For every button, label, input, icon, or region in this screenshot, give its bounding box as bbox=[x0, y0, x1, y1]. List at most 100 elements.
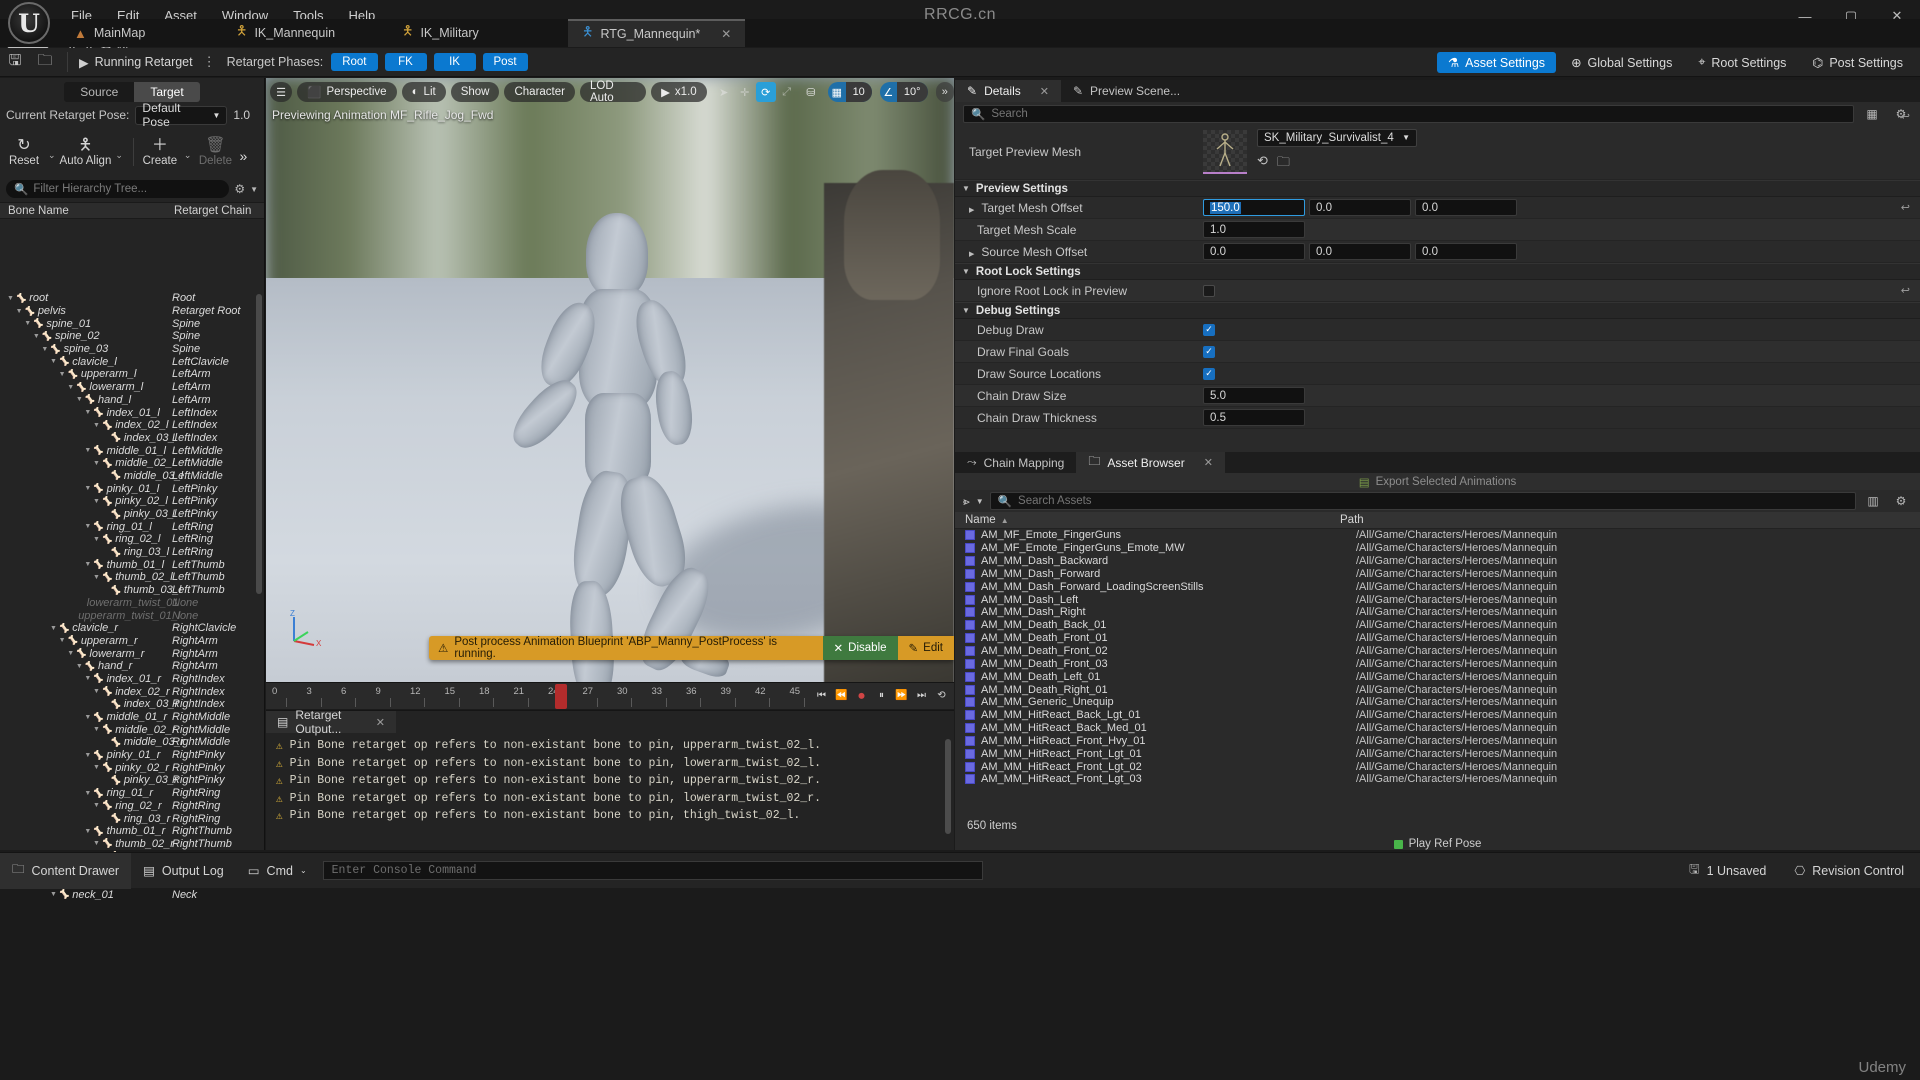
phase-fk-button[interactable]: FK bbox=[384, 53, 427, 71]
viewport-more-icon[interactable]: » bbox=[935, 82, 954, 102]
chevron-down-icon[interactable]: ▼ bbox=[58, 637, 67, 644]
asset-name-column-header[interactable]: Name ▲ bbox=[955, 514, 1340, 526]
edit-button[interactable]: ✎ Edit bbox=[897, 636, 954, 660]
bone-tree-row[interactable]: ▼ 🦴 thumb_02_r RightThumb bbox=[0, 838, 258, 851]
browse-icon[interactable]: 🗀 bbox=[1277, 153, 1290, 175]
chevron-down-icon[interactable]: ▼ bbox=[23, 320, 32, 327]
translate-icon[interactable]: ✛ bbox=[735, 82, 755, 102]
asset-row[interactable]: AM_MM_HitReact_Front_Lgt_02/All/Game/Cha… bbox=[955, 760, 1920, 773]
property-checkbox[interactable]: ✓ bbox=[1203, 345, 1215, 358]
prev-frame-icon[interactable]: ⏪ bbox=[833, 686, 850, 705]
create-pose-button[interactable]: ＋ Create bbox=[140, 137, 180, 167]
tab-details[interactable]: ✎ Details ✕ bbox=[955, 80, 1061, 102]
bone-tree-row[interactable]: ▼ 🦴 pelvis Retarget Root bbox=[0, 305, 258, 318]
asset-row[interactable]: AM_MF_Emote_FingerGuns_Emote_MW/All/Game… bbox=[955, 542, 1920, 555]
property-number-input[interactable]: 5.0 bbox=[1203, 387, 1305, 404]
expand-panel-icon[interactable]: » bbox=[235, 148, 251, 164]
chevron-down-icon[interactable]: ▼ bbox=[962, 267, 970, 276]
phase-post-button[interactable]: Post bbox=[482, 53, 528, 71]
asset-row[interactable]: AM_MM_HitReact_Back_Med_01/All/Game/Char… bbox=[955, 722, 1920, 735]
mannequin-mesh[interactable] bbox=[504, 213, 791, 682]
bone-tree-row[interactable]: ▼ 🦴 lowerarm_r RightArm bbox=[0, 647, 258, 660]
phase-ik-button[interactable]: IK bbox=[433, 53, 476, 71]
property-category-header[interactable]: ▼ Debug Settings bbox=[955, 302, 1920, 319]
property-checkbox[interactable] bbox=[1203, 284, 1215, 297]
tab-target[interactable]: Target bbox=[134, 81, 200, 102]
global-settings-button[interactable]: ⊕ Global Settings bbox=[1560, 52, 1683, 73]
asset-tab-ik-mannequin[interactable]: 🯅 IK_Mannequin bbox=[222, 19, 349, 47]
reset-pose-button[interactable]: ↻ Reset bbox=[4, 137, 44, 167]
asset-row[interactable]: AM_MM_Dash_Right/All/Game/Characters/Her… bbox=[955, 606, 1920, 619]
bone-tree-row[interactable]: ▼ 🦴 middle_01_l LeftMiddle bbox=[0, 444, 258, 457]
auto-align-caret-icon[interactable]: ⌄ bbox=[111, 150, 127, 161]
bone-tree-row[interactable]: ▼ 🦴 neck_01 Neck bbox=[0, 888, 258, 901]
play-ref-pose-button[interactable]: Play Ref Pose bbox=[955, 836, 1920, 852]
chevron-down-icon[interactable]: ▼ bbox=[92, 688, 101, 695]
asset-row[interactable]: AM_MM_Death_Front_01/All/Game/Characters… bbox=[955, 632, 1920, 645]
pause-icon[interactable]: ⏸ bbox=[873, 686, 890, 705]
property-category-header[interactable]: ▼ Preview Settings bbox=[955, 180, 1920, 197]
bone-tree-row[interactable]: ▼ 🦴 spine_01 Spine bbox=[0, 317, 258, 330]
asset-search-input[interactable]: 🔍 Search Assets bbox=[989, 492, 1856, 510]
bone-tree-row[interactable]: ▼ 🦴 ring_01_r RightRing bbox=[0, 787, 258, 800]
bone-tree-row[interactable]: ▼ 🦴 hand_r RightArm bbox=[0, 660, 258, 673]
bone-tree-row[interactable]: ▼ 🦴 ring_01_l LeftRing bbox=[0, 520, 258, 533]
asset-settings-button[interactable]: ⚗ Asset Settings bbox=[1436, 52, 1557, 73]
property-number-input[interactable]: 0.0 bbox=[1415, 243, 1517, 260]
bone-tree-row[interactable]: ▼ 🦴 spine_03 Spine bbox=[0, 343, 258, 356]
record-icon[interactable]: ⏺ bbox=[853, 686, 870, 705]
property-number-input[interactable]: 0.0 bbox=[1309, 199, 1411, 216]
retarget-output-tab[interactable]: ▤ Retarget Output... ✕ bbox=[266, 708, 396, 736]
revert-icon[interactable]: ↩ bbox=[1901, 110, 1910, 123]
property-checkbox[interactable]: ✓ bbox=[1203, 367, 1215, 380]
viewport-playrate-button[interactable]: ▶ x1.0 bbox=[651, 82, 707, 102]
bone-tree-row[interactable]: lowerarm_twist_01 None bbox=[0, 597, 258, 610]
property-number-input[interactable]: 0.0 bbox=[1203, 243, 1305, 260]
chevron-down-icon[interactable]: ▼ bbox=[92, 802, 101, 809]
rotate-icon[interactable]: ⟳ bbox=[755, 82, 776, 102]
chevron-down-icon[interactable]: ▼ bbox=[6, 295, 15, 302]
phase-root-button[interactable]: Root bbox=[331, 53, 378, 71]
asset-row[interactable]: AM_MM_Generic_Unequip/All/Game/Character… bbox=[955, 696, 1920, 709]
asset-row[interactable]: AM_MM_Death_Right_01/All/Game/Characters… bbox=[955, 683, 1920, 696]
close-icon[interactable]: ✕ bbox=[1040, 85, 1049, 98]
bone-name-header[interactable]: Bone Name bbox=[0, 205, 170, 217]
output-log-rows[interactable]: ⚠ Pin Bone retarget op refers to non-exis… bbox=[266, 733, 954, 851]
asset-tab-ik-military[interactable]: 🯅 IK_Military bbox=[388, 19, 493, 47]
asset-row[interactable]: AM_MM_Death_Front_02/All/Game/Characters… bbox=[955, 645, 1920, 658]
bone-tree-row[interactable]: 🦴 middle_03_r RightMiddle bbox=[0, 736, 258, 749]
chevron-down-icon[interactable]: ▼ bbox=[83, 714, 92, 721]
chevron-down-icon[interactable]: ▼ bbox=[92, 574, 101, 581]
bone-tree-row[interactable]: ▼ 🦴 root Root bbox=[0, 292, 258, 305]
grid-view-icon[interactable]: ▦ bbox=[1861, 107, 1883, 121]
chevron-down-icon[interactable]: ▼ bbox=[976, 497, 984, 506]
revert-icon[interactable]: ↩ bbox=[1901, 201, 1910, 214]
asset-row[interactable]: AM_MM_HitReact_Front_Lgt_03/All/Game/Cha… bbox=[955, 773, 1920, 786]
chevron-down-icon[interactable]: ▼ bbox=[83, 561, 92, 568]
bone-tree-row[interactable]: upperarm_twist_01_l None bbox=[0, 609, 258, 622]
skip-end-icon[interactable]: ⏭ bbox=[913, 686, 930, 705]
pose-scale-value[interactable]: 1.0 bbox=[233, 108, 250, 122]
running-retarget-button[interactable]: ▶ Running Retarget bbox=[75, 55, 197, 70]
bone-tree-row[interactable]: ▼ 🦴 index_02_r RightIndex bbox=[0, 685, 258, 698]
angle-snap-control[interactable]: ∠ 10° bbox=[879, 82, 928, 102]
gear-icon[interactable]: ⚙ bbox=[1890, 494, 1912, 508]
bone-tree-row[interactable]: ▼ 🦴 upperarm_l LeftArm bbox=[0, 368, 258, 381]
retarget-chain-header[interactable]: Retarget Chain bbox=[170, 205, 251, 217]
bone-tree-row[interactable]: 🦴 ring_03_l LeftRing bbox=[0, 546, 258, 559]
chevron-down-icon[interactable]: ▼ bbox=[92, 498, 101, 505]
asset-row[interactable]: AM_MM_HitReact_Front_Hvy_01/All/Game/Cha… bbox=[955, 735, 1920, 748]
viewport-character-button[interactable]: Character bbox=[504, 82, 575, 102]
details-search-input[interactable]: 🔍 Search bbox=[963, 105, 1854, 123]
asset-row[interactable]: AM_MM_Dash_Forward_LoadingScreenStills/A… bbox=[955, 580, 1920, 593]
timeline-ruler[interactable]: 0 3 6 9 12 15 18 21 24 27 30 33 36 39 42 45 bbox=[266, 683, 805, 710]
chevron-down-icon[interactable]: ▼ bbox=[92, 726, 101, 733]
close-icon[interactable]: ✕ bbox=[376, 716, 385, 729]
bone-tree-row[interactable]: ▼ 🦴 index_02_l LeftIndex bbox=[0, 419, 258, 432]
tab-preview-scene[interactable]: ✎ Preview Scene... bbox=[1061, 80, 1192, 102]
bone-tree-row[interactable]: ▼ 🦴 thumb_01_r RightThumb bbox=[0, 825, 258, 838]
close-icon[interactable]: ✕ bbox=[721, 27, 731, 41]
filter-hierarchy-input[interactable]: 🔍 Filter Hierarchy Tree... bbox=[6, 180, 230, 198]
save-icon[interactable]: 🖫 bbox=[0, 49, 30, 75]
bone-tree-row[interactable]: 🦴 index_03_l LeftIndex bbox=[0, 432, 258, 445]
